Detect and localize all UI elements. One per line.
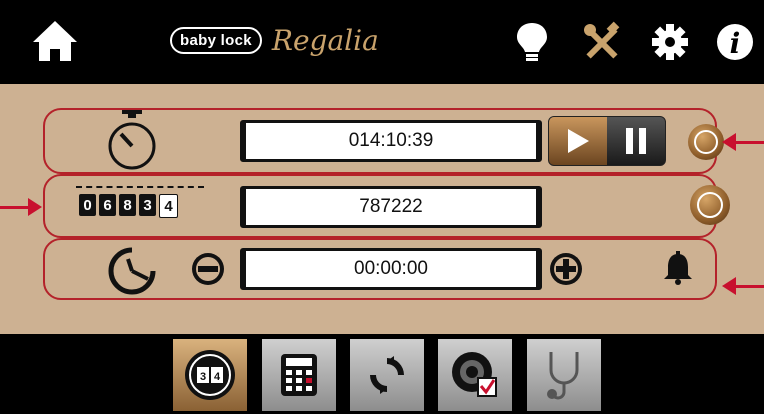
brand: baby lock Regalia (170, 20, 379, 60)
brand-logo: baby lock (170, 26, 262, 54)
brand-name: Regalia (271, 23, 379, 57)
lightbulb-icon[interactable] (512, 20, 552, 64)
counter-reset-button[interactable] (690, 185, 730, 225)
bobbin-check-tab[interactable] (438, 339, 512, 411)
stopwatch-display: 014:10:39 (240, 120, 542, 162)
pause-icon[interactable] (607, 117, 665, 165)
stethoscope-icon (547, 352, 579, 400)
svg-text:i: i (730, 27, 741, 60)
sync-icon (370, 356, 404, 394)
stitch-counter-icon: 3 4 (185, 350, 235, 400)
timer-display: 00:00:00 (240, 248, 542, 290)
reset-icon (694, 130, 718, 154)
arrow-head-icon (722, 133, 736, 151)
arrow-head-icon (722, 277, 736, 295)
counter-icon-dashes (76, 186, 204, 188)
timer-icon (104, 246, 160, 301)
reset-icon (697, 192, 723, 218)
timer-decrease-button[interactable] (190, 251, 226, 292)
tools-icon[interactable] (582, 20, 622, 64)
stopwatch-reset-button[interactable] (688, 124, 724, 160)
svg-text:3: 3 (200, 371, 206, 383)
svg-text:4: 4 (214, 371, 221, 383)
bell-icon[interactable] (662, 251, 694, 290)
counter-icon-digit: 3 (139, 194, 156, 216)
home-icon[interactable] (30, 18, 80, 64)
info-icon[interactable]: i (715, 20, 755, 64)
counter-icon-digit: 0 (79, 194, 96, 216)
timer-increase-button[interactable] (548, 251, 584, 292)
stitch-counter-icon: 0 6 8 3 4 (79, 194, 178, 218)
play-icon[interactable] (549, 117, 607, 165)
plus-icon (550, 253, 582, 285)
play-pause-control (548, 116, 666, 166)
counter-icon-digit: 4 (159, 194, 178, 218)
calculator-tab[interactable] (262, 339, 336, 411)
counter-icon-digit: 6 (99, 194, 116, 216)
diagnostics-tab[interactable] (527, 339, 601, 411)
counter-display: 787222 (240, 186, 542, 228)
counter-tab[interactable]: 3 4 (173, 339, 247, 411)
minus-icon (192, 253, 224, 285)
counter-icon-digit: 8 (119, 194, 136, 216)
calculator-icon (281, 354, 317, 396)
arrow-head-icon (28, 198, 42, 216)
gear-icon[interactable] (650, 20, 690, 64)
bobbin-check-icon (452, 352, 497, 397)
stopwatch-icon (104, 110, 160, 177)
sync-tab[interactable] (350, 339, 424, 411)
